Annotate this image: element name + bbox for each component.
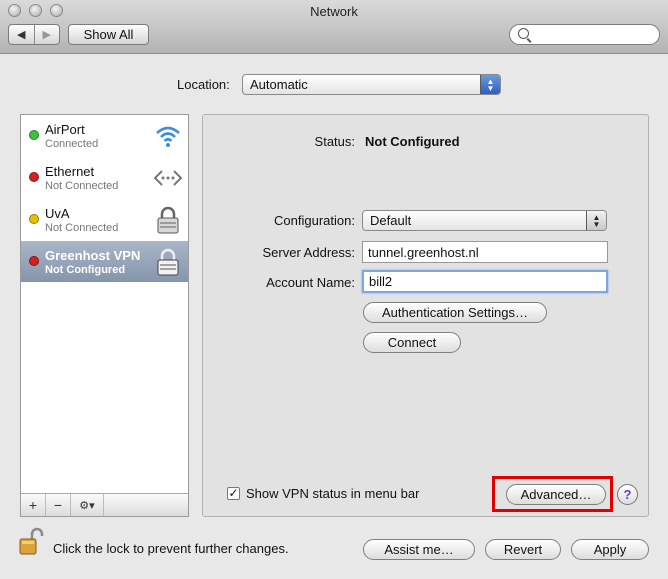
- service-name: UvA: [45, 206, 70, 221]
- search-field[interactable]: [509, 24, 660, 45]
- server-address-field[interactable]: tunnel.greenhost.nl: [362, 241, 608, 263]
- service-status: Not Configured: [45, 264, 126, 276]
- service-item-uva[interactable]: UvA Not Connected: [21, 199, 188, 240]
- help-button[interactable]: ?: [617, 484, 638, 505]
- status-dot-red-icon: [29, 172, 39, 182]
- back-button[interactable]: ◀: [9, 25, 34, 44]
- gear-menu-button[interactable]: ⚙▾: [71, 494, 104, 516]
- assist-me-button[interactable]: Assist me…: [363, 539, 475, 560]
- status-dot-yellow-icon: [29, 214, 39, 224]
- service-name: AirPort: [45, 122, 85, 137]
- show-vpn-status-checkbox[interactable]: ✓: [227, 487, 240, 500]
- service-status: Not Connected: [45, 222, 119, 234]
- service-item-ethernet[interactable]: Ethernet Not Connected: [21, 157, 188, 198]
- configuration-popup[interactable]: Default ▲ ▼: [362, 210, 607, 231]
- configuration-label: Configuration:: [274, 213, 355, 228]
- status-dot-red-icon: [29, 256, 39, 266]
- remove-service-button[interactable]: −: [46, 494, 71, 516]
- account-name-field[interactable]: bill2: [362, 270, 608, 293]
- forward-button[interactable]: ▶: [33, 25, 60, 44]
- apply-button[interactable]: Apply: [571, 539, 649, 560]
- server-address-label: Server Address:: [262, 245, 356, 260]
- show-vpn-status-label: Show VPN status in menu bar: [246, 486, 420, 501]
- service-status: Connected: [45, 138, 99, 150]
- location-label: Location:: [177, 77, 230, 92]
- service-item-airport[interactable]: AirPort Connected: [21, 115, 188, 156]
- back-forward-control: ◀ ▶: [8, 24, 60, 45]
- vpn-lock-icon: [157, 206, 179, 234]
- connect-button[interactable]: Connect: [363, 332, 461, 353]
- revert-button[interactable]: Revert: [485, 539, 561, 560]
- unlocked-padlock-icon[interactable]: [18, 527, 44, 557]
- status-dot-green-icon: [29, 130, 39, 140]
- status-label: Status:: [314, 134, 355, 149]
- service-status: Not Connected: [45, 180, 119, 192]
- location-popup[interactable]: Automatic ▲ ▼: [242, 74, 501, 95]
- service-list-toolbar: + − ⚙▾: [21, 493, 188, 516]
- account-name-label: Account Name:: [266, 275, 355, 290]
- wifi-icon: [156, 126, 180, 147]
- search-icon: [518, 28, 529, 39]
- status-value: Not Configured: [365, 134, 460, 149]
- advanced-button[interactable]: Advanced…: [506, 484, 606, 505]
- title-bar: Network ◀ ▶ Show All: [0, 0, 668, 54]
- service-name: Ethernet: [45, 164, 95, 179]
- window-title: Network: [310, 4, 358, 19]
- service-list: AirPort Connected Ethernet Not Connected…: [20, 114, 189, 517]
- add-service-button[interactable]: +: [21, 494, 46, 516]
- popup-arrows-icon: ▲ ▼: [480, 75, 500, 94]
- service-name: Greenhost VPN: [45, 248, 141, 263]
- popup-arrows-icon: ▲ ▼: [586, 211, 606, 230]
- service-item-greenhost-vpn[interactable]: Greenhost VPN Not Configured: [21, 241, 188, 282]
- lock-message: Click the lock to prevent further change…: [53, 541, 289, 556]
- location-value: Automatic: [250, 77, 308, 92]
- authentication-settings-button[interactable]: Authentication Settings…: [363, 302, 547, 323]
- show-all-button[interactable]: Show All: [68, 24, 149, 45]
- vpn-lock-icon: [157, 248, 179, 276]
- ethernet-icon: [153, 170, 183, 186]
- network-preferences-window: Network ◀ ▶ Show All Location: Automatic…: [0, 0, 668, 579]
- configuration-value: Default: [370, 213, 412, 228]
